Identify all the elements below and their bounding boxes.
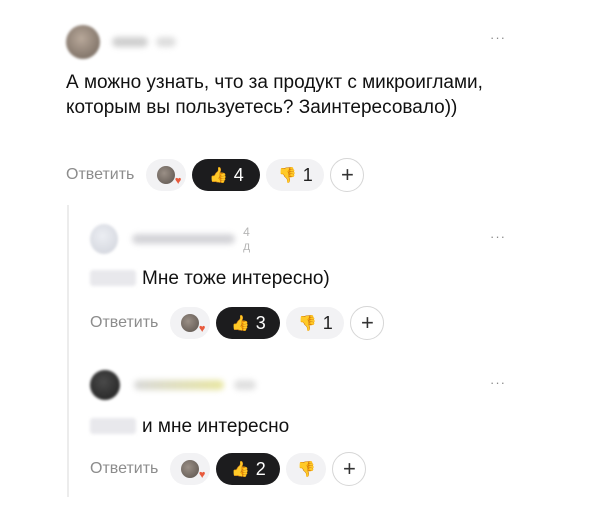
more-icon[interactable]: ··· bbox=[490, 30, 506, 45]
mention[interactable] bbox=[90, 418, 136, 434]
timestamp-blurred bbox=[234, 380, 256, 390]
comment-header: 4 д bbox=[90, 224, 259, 254]
more-icon[interactable]: ··· bbox=[490, 375, 506, 390]
plus-icon: + bbox=[342, 456, 356, 481]
thumbs-down-icon: 👎 bbox=[278, 166, 297, 184]
reactors-avatars[interactable]: ♥ bbox=[146, 159, 187, 191]
timestamp-blurred bbox=[156, 37, 176, 47]
comment-text: и мне интересно bbox=[142, 416, 290, 437]
add-reaction-button[interactable]: + bbox=[350, 306, 385, 340]
comment-actions: Ответить ♥ 👍 4 👎 1 + bbox=[66, 158, 365, 192]
author-name[interactable] bbox=[134, 380, 224, 390]
author-name[interactable] bbox=[132, 234, 236, 244]
thumbs-down-icon: 👎 bbox=[298, 314, 317, 332]
avatar[interactable] bbox=[90, 370, 120, 400]
reply-button[interactable]: Ответить bbox=[90, 314, 158, 332]
plus-icon: + bbox=[340, 162, 354, 187]
reactor-avatar: ♥ bbox=[157, 166, 181, 187]
comment-header bbox=[90, 370, 256, 400]
heart-icon: ♥ bbox=[198, 323, 206, 335]
dislike-button[interactable]: 👎 bbox=[286, 453, 327, 485]
dislike-count: 1 bbox=[302, 164, 313, 185]
thumbs-down-icon: 👎 bbox=[297, 460, 316, 478]
more-icon[interactable]: ··· bbox=[490, 229, 506, 244]
mention[interactable] bbox=[90, 270, 136, 286]
reactors-avatars[interactable]: ♥ bbox=[170, 453, 211, 485]
like-count: 4 bbox=[233, 164, 244, 185]
heart-icon: ♥ bbox=[174, 175, 182, 187]
comment-actions: Ответить ♥ 👍 3 👎 1 + bbox=[90, 306, 385, 340]
reply-button[interactable]: Ответить bbox=[66, 166, 134, 184]
reactors-avatars[interactable]: ♥ bbox=[170, 307, 211, 339]
thread-line bbox=[67, 205, 69, 497]
avatar[interactable] bbox=[90, 224, 119, 254]
comment-text: Мне тоже интересно) bbox=[142, 268, 330, 289]
plus-icon: + bbox=[360, 310, 374, 335]
like-button[interactable]: 👍 3 bbox=[216, 307, 281, 339]
dislike-button[interactable]: 👎 1 bbox=[266, 159, 325, 191]
thumbs-up-icon: 👍 bbox=[231, 460, 250, 478]
reactor-avatar: ♥ bbox=[181, 314, 205, 335]
author-name[interactable] bbox=[112, 37, 148, 47]
heart-icon: ♥ bbox=[198, 469, 206, 481]
like-button[interactable]: 👍 4 bbox=[192, 159, 261, 191]
comment-actions: Ответить ♥ 👍 2 👎 + bbox=[90, 452, 367, 486]
avatar[interactable] bbox=[66, 25, 100, 59]
add-reaction-button[interactable]: + bbox=[330, 158, 365, 192]
dislike-count: 1 bbox=[322, 312, 333, 333]
reply-button[interactable]: Ответить bbox=[90, 460, 158, 478]
comment-text-row: Мне тоже интересно) bbox=[90, 266, 540, 291]
thumbs-up-icon: 👍 bbox=[231, 314, 250, 332]
like-count: 3 bbox=[255, 312, 266, 333]
comment-text-row: и мне интересно bbox=[90, 414, 540, 439]
comment-header bbox=[66, 25, 176, 59]
thumbs-up-icon: 👍 bbox=[209, 166, 228, 184]
timestamp: 4 д bbox=[243, 225, 251, 253]
dislike-button[interactable]: 👎 1 bbox=[286, 307, 345, 339]
like-count: 2 bbox=[255, 458, 266, 479]
add-reaction-button[interactable]: + bbox=[332, 452, 367, 486]
reactor-avatar: ♥ bbox=[181, 460, 205, 481]
comment-text: А можно узнать, что за продукт с микроиг… bbox=[66, 72, 483, 118]
like-button[interactable]: 👍 2 bbox=[216, 453, 281, 485]
